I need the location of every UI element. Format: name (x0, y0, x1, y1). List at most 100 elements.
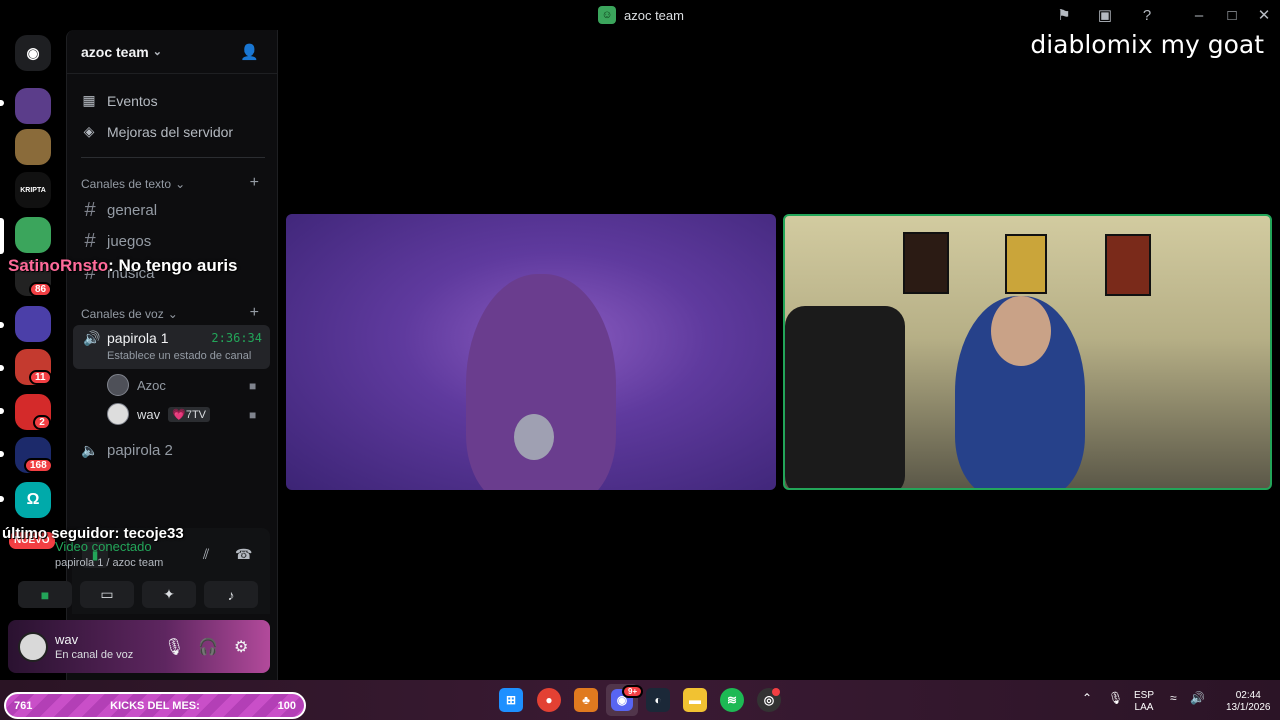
mention-badge: 168 (24, 458, 53, 473)
title-bar: ☺ azoc team ⚑ ▣ ? – □ ✕ (0, 0, 1280, 30)
nav-events-label: Eventos (107, 92, 158, 109)
server-icon-2[interactable] (15, 129, 51, 165)
unread-pill (0, 322, 4, 328)
category-label: Canales de texto (81, 177, 172, 191)
nav-boosts-label: Mejoras del servidor (107, 123, 234, 140)
unread-pill (0, 100, 4, 106)
chevron-down-icon: ⌄ (152, 46, 162, 58)
discord-notification-badge: 9+ (622, 685, 644, 698)
hash-icon: # (84, 230, 96, 252)
kicks-label: KICKS DEL MES: (110, 699, 200, 712)
voice-channel-papirola-2[interactable]: 🔈 papirola 2 (81, 442, 173, 459)
settings-gear-icon[interactable]: ⚙ (234, 637, 248, 657)
steam-icon[interactable]: ◐ (646, 688, 670, 712)
voice-timer: 2:36:34 (211, 331, 262, 345)
keyboard-layout: LAA (1134, 702, 1154, 713)
unread-pill (0, 408, 4, 414)
activities-button[interactable]: ✦ (142, 581, 196, 608)
add-channel-icon[interactable]: + (250, 304, 259, 322)
microphone-image (514, 414, 554, 460)
camera-toggle-button[interactable]: ■ (18, 581, 72, 608)
minimize-icon[interactable]: – (1190, 6, 1208, 24)
mention-badge: 11 (29, 370, 52, 385)
discord-home-icon[interactable]: ◉ (15, 35, 51, 71)
user-name[interactable]: wav (55, 632, 78, 647)
wall-poster (1005, 234, 1047, 294)
channel-label: juegos (107, 233, 152, 250)
nav-server-boosts[interactable]: ◈ Mejoras del servidor (81, 123, 233, 140)
soundboard-icon: ♪ (227, 586, 235, 603)
server-name: azoc team (81, 43, 149, 60)
invite-people-icon[interactable]: 👤 (240, 43, 259, 61)
microphone-icon[interactable]: 🎙 (164, 637, 184, 657)
channel-label: papirola 2 (107, 442, 173, 459)
chrome-icon[interactable]: ● (537, 688, 561, 712)
wall-poster (1105, 234, 1151, 296)
nav-events[interactable]: ▦ Eventos (81, 92, 158, 109)
camera-icon: ■ (40, 586, 50, 603)
category-text-channels[interactable]: Canales de texto ⌄ (81, 177, 185, 191)
windows-start-icon[interactable]: ⊞ (499, 688, 523, 712)
server-icon-1[interactable] (15, 88, 51, 124)
chevron-up-icon[interactable]: ⌃ (1082, 692, 1092, 704)
avatar (107, 374, 129, 396)
camera-icon: ■ (249, 408, 257, 422)
kicks-current: 761 (14, 699, 33, 712)
recording-dot (772, 688, 780, 696)
chat-username: SatinoRnsto (8, 256, 109, 275)
unread-pill (0, 496, 4, 502)
clock-date: 13/1/2026 (1226, 702, 1271, 713)
voice-channel-papirola-1[interactable]: 🔊 papirola 1 2:36:34 Establece un estado… (73, 325, 270, 369)
microphone-tray-icon[interactable]: 🎙 (1108, 692, 1123, 704)
mention-badge: 2 (33, 415, 51, 430)
maximize-icon[interactable]: □ (1223, 6, 1241, 24)
channel-juegos[interactable]: # juegos (81, 230, 151, 253)
close-icon[interactable]: ✕ (1255, 6, 1273, 24)
hash-icon: # (84, 199, 96, 221)
video-tile-wav[interactable] (286, 214, 776, 490)
video-tile-azoc[interactable] (783, 214, 1272, 490)
server-icon-kripta[interactable]: KRIPTA (15, 172, 51, 208)
category-voice-channels[interactable]: Canales de voz ⌄ (81, 307, 178, 321)
language-indicator[interactable]: ESP LAA (1134, 690, 1154, 714)
set-channel-status[interactable]: Establece un estado de canal (107, 350, 251, 362)
server-icon-azoc[interactable] (15, 217, 51, 253)
spotify-icon[interactable]: ≋ (720, 688, 744, 712)
flag-icon[interactable]: ⚑ (1055, 6, 1073, 24)
selected-pill (0, 218, 4, 254)
boost-icon: ◈ (83, 123, 95, 139)
calendar-icon: ▦ (82, 92, 96, 108)
help-icon[interactable]: ? (1138, 6, 1156, 24)
share-screen-button[interactable]: ▭ (80, 581, 134, 608)
voice-member-wav[interactable]: wav 💗7TV (107, 403, 210, 425)
stream-caption: diablomix my goat (1030, 30, 1264, 59)
chevron-down-icon: ⌄ (167, 307, 178, 321)
clock-time: 02:44 (1235, 690, 1261, 701)
wifi-icon[interactable]: ≈ (1170, 692, 1177, 704)
user-avatar[interactable] (18, 632, 48, 662)
camera-icon: ■ (249, 379, 257, 393)
fl-studio-icon[interactable]: ♣ (574, 688, 598, 712)
voice-connected-channel[interactable]: papirola 1 / azoc team (55, 557, 163, 569)
unread-pill (0, 365, 4, 371)
disconnect-icon[interactable]: ☎ (235, 546, 252, 563)
inbox-icon[interactable]: ▣ (1096, 6, 1114, 24)
server-icon-6[interactable] (15, 306, 51, 342)
sidebar-divider (81, 157, 265, 158)
kicks-goal: 100 (277, 699, 296, 712)
voice-member-azoc[interactable]: Azoc (107, 374, 166, 396)
window-title: ☺ azoc team (598, 6, 684, 24)
chat-text: : No tengo auris (108, 256, 238, 275)
add-channel-icon[interactable]: + (250, 174, 259, 192)
speaker-icon: 🔈 (81, 442, 99, 458)
member-tag: 💗7TV (168, 406, 210, 422)
headphones-icon[interactable]: 🎧 (198, 637, 218, 657)
channel-general[interactable]: # general (81, 199, 157, 222)
system-clock[interactable]: 02:44 13/1/2026 (1226, 690, 1271, 714)
volume-icon[interactable]: 🔊 (1190, 692, 1205, 704)
noise-suppression-icon[interactable]: ⫽ (203, 546, 209, 563)
file-explorer-icon[interactable]: ▬ (683, 688, 707, 712)
soundboard-button[interactable]: ♪ (204, 581, 258, 608)
window-title-text: azoc team (624, 7, 684, 23)
server-icon-10[interactable]: Ω (15, 482, 51, 518)
